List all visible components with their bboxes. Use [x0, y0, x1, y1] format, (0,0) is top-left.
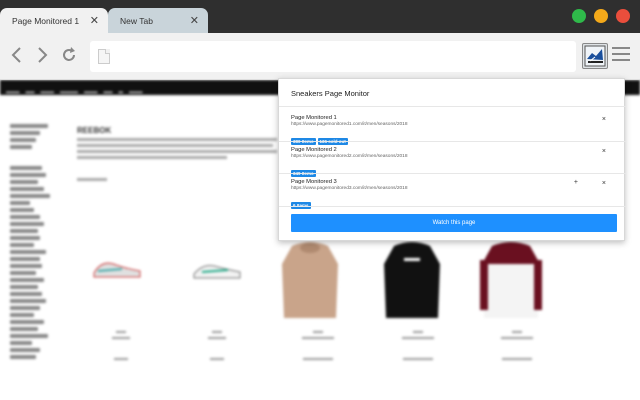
- tab-new-tab[interactable]: New Tab ✕: [108, 8, 208, 33]
- watch-this-page-button[interactable]: Watch this page: [291, 214, 617, 232]
- add-entry-icon[interactable]: +: [574, 179, 578, 186]
- tab-title: New Tab: [120, 16, 153, 26]
- close-window-button[interactable]: [616, 9, 630, 23]
- divider: [279, 206, 626, 207]
- popup-title: Sneakers Page Monitor: [291, 89, 370, 98]
- close-tab-icon[interactable]: ✕: [190, 14, 199, 27]
- maximize-button[interactable]: [572, 9, 586, 23]
- sneakers-monitor-icon: [584, 45, 606, 67]
- divider: [279, 173, 626, 174]
- entry-name: Page Monitored 2: [291, 147, 337, 153]
- chevron-left-icon: [11, 47, 21, 63]
- browser-window: Page Monitored 1 ✕ New Tab ✕ ▬▬▬ ▬▬ ▬▬▬ …: [0, 0, 640, 400]
- close-tab-icon[interactable]: ✕: [90, 14, 99, 27]
- tab-strip: Page Monitored 1 ✕ New Tab ✕: [0, 0, 640, 33]
- monitored-page-entry[interactable]: Page Monitored 2 https://www.pagemonitor…: [291, 147, 616, 180]
- reload-icon: [63, 47, 75, 61]
- entry-name: Page Monitored 1: [291, 115, 337, 121]
- browser-menu-button[interactable]: [612, 47, 630, 63]
- product-card: [92, 255, 142, 286]
- minimize-button[interactable]: [594, 9, 608, 23]
- remove-entry-icon[interactable]: ×: [602, 180, 606, 187]
- monitored-page-entry[interactable]: Page Monitored 1 https://www.pagemonitor…: [291, 115, 616, 148]
- tab-title: Page Monitored 1: [12, 16, 80, 26]
- entry-url: https://www.pagemonitored1.com/it/men/se…: [291, 122, 408, 127]
- forward-button[interactable]: [32, 45, 52, 65]
- product-card: [382, 240, 442, 325]
- tab-page-monitored-1[interactable]: Page Monitored 1 ✕: [0, 8, 108, 33]
- reload-button[interactable]: [59, 45, 79, 65]
- remove-entry-icon[interactable]: ×: [602, 116, 606, 123]
- entry-badges: 6 Items: [291, 194, 616, 212]
- entry-name: Page Monitored 3: [291, 179, 337, 185]
- divider: [279, 141, 626, 142]
- category-sidebar: [10, 124, 60, 362]
- browser-toolbar: [0, 33, 640, 80]
- divider: [279, 106, 626, 107]
- monitored-page-entry[interactable]: Page Monitored 3 https://www.pagemonitor…: [291, 179, 616, 212]
- back-button[interactable]: [7, 45, 27, 65]
- page-icon: [98, 49, 110, 64]
- extension-popup: Sneakers Page Monitor Page Monitored 1 h…: [278, 78, 626, 241]
- page-heading: REEBOK: [77, 126, 112, 135]
- menu-icon: [612, 47, 630, 49]
- sneakers-monitor-extension-button[interactable]: [582, 43, 608, 69]
- chevron-right-icon: [38, 47, 48, 63]
- entry-badges: 349 Items: [291, 162, 616, 180]
- address-bar[interactable]: [90, 41, 576, 72]
- remove-entry-icon[interactable]: ×: [602, 148, 606, 155]
- product-card: [192, 258, 242, 287]
- product-card: [280, 240, 340, 325]
- product-card: [480, 240, 542, 325]
- entry-badges: 380 Items136 sold out: [291, 130, 616, 148]
- entry-url: https://www.pagemonitored2.com/it/men/se…: [291, 154, 408, 159]
- entry-url: https://www.pagemonitored3.com/it/men/se…: [291, 186, 408, 191]
